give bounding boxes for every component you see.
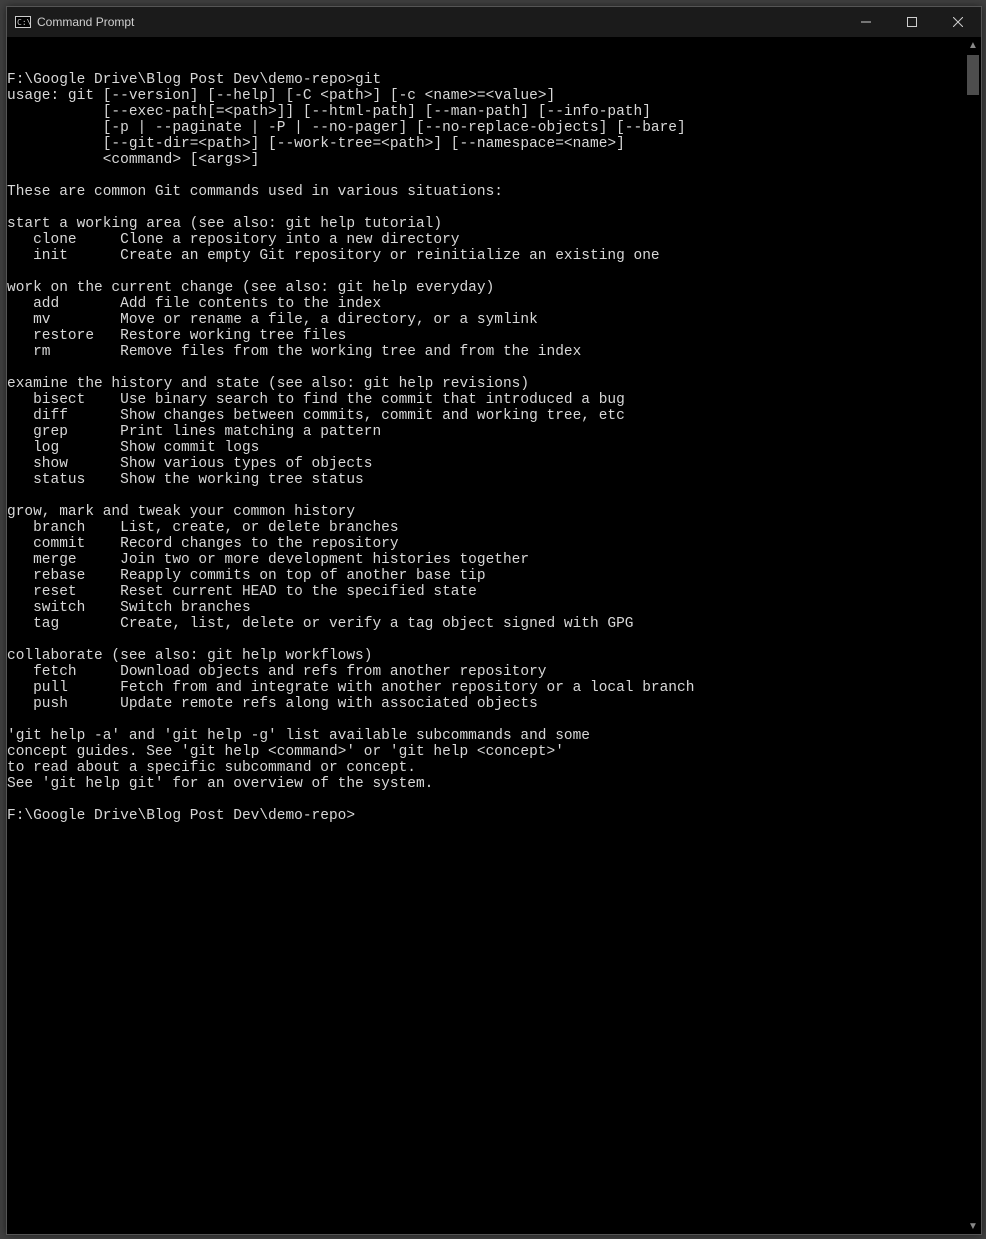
vertical-scrollbar[interactable]: ▲ ▼ [965,37,981,1234]
command-prompt-window: C:\ Command Prompt F:\Google Drive\Blog … [6,6,982,1235]
close-button[interactable] [935,7,981,37]
client-area: F:\Google Drive\Blog Post Dev\demo-repo>… [7,37,981,1234]
scroll-up-arrow[interactable]: ▲ [965,37,981,53]
cmd-icon: C:\ [15,14,31,30]
titlebar[interactable]: C:\ Command Prompt [7,7,981,37]
minimize-button[interactable] [843,7,889,37]
window-title: Command Prompt [37,15,134,29]
maximize-button[interactable] [889,7,935,37]
scroll-down-arrow[interactable]: ▼ [965,1218,981,1234]
svg-text:C:\: C:\ [17,18,31,27]
console-output[interactable]: F:\Google Drive\Blog Post Dev\demo-repo>… [7,52,965,1220]
scroll-thumb[interactable] [967,55,979,95]
